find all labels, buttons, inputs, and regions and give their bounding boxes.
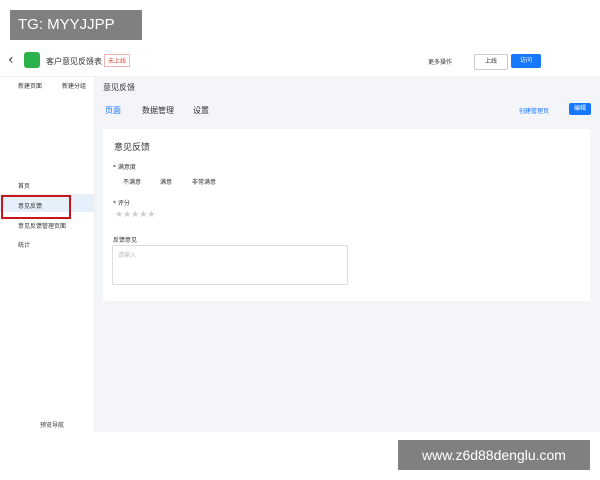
watermark-top: TG: MYYJJPP [10, 10, 142, 40]
app-icon [24, 52, 40, 68]
option-very-satisfied[interactable]: 非常满意 [192, 177, 216, 186]
option-unsatisfied[interactable]: 不满意 [123, 177, 141, 186]
new-group-link[interactable]: 新建分组 [62, 81, 86, 90]
form-title: 意见反馈 [114, 143, 151, 153]
back-icon[interactable]: ‹ [8, 52, 14, 68]
watermark-bottom: www.z6d88denglu.com [398, 440, 590, 470]
top-bar: ‹ 客户意见反馈表 未上线 更多操作 上线 访问 [0, 48, 600, 77]
create-management-page-link[interactable]: 创建管理页 [519, 106, 549, 115]
tab-page[interactable]: 页面 [105, 105, 121, 116]
sidebar-item-stats[interactable]: 统计 [18, 240, 30, 249]
sidebar-item-feedback[interactable]: 意见反馈 [18, 201, 42, 210]
rating-label: * 评分 [113, 200, 130, 207]
sidebar: 新建页面 新建分组 首页 意见反馈 意见反馈管理页面 统计 预览导航 [0, 76, 95, 432]
status-badge: 未上线 [104, 54, 131, 67]
feedback-placeholder: 请输入 [118, 252, 137, 259]
app-title: 客户意见反馈表 [46, 57, 102, 66]
satisfaction-label: * 满意度 [113, 164, 136, 171]
sidebar-item-feedback-admin[interactable]: 意见反馈管理页面 [18, 221, 66, 230]
sidebar-item-home[interactable]: 首页 [18, 181, 30, 190]
page-title: 意见反馈 [103, 83, 135, 92]
publish-button[interactable]: 上线 [474, 54, 508, 70]
tab-data[interactable]: 数据管理 [142, 105, 174, 116]
edit-button[interactable]: 编辑 [569, 103, 591, 115]
preview-nav-link[interactable]: 预览导航 [40, 420, 64, 429]
tab-settings[interactable]: 设置 [193, 105, 209, 116]
option-satisfied[interactable]: 满意 [160, 177, 172, 186]
feedback-textarea[interactable]: 请输入 [112, 245, 348, 285]
new-page-link[interactable]: 新建页面 [18, 81, 42, 90]
star-rating[interactable]: ★★★★★ [115, 210, 155, 220]
form-card: 意见反馈 * 满意度 不满意 满意 非常满意 * 评分 ★★★★★ 反馈意见 请… [103, 129, 590, 301]
feedback-label: 反馈意见 [113, 237, 138, 244]
more-actions-menu[interactable]: 更多操作 [428, 57, 452, 66]
visit-button[interactable]: 访问 [511, 54, 541, 68]
